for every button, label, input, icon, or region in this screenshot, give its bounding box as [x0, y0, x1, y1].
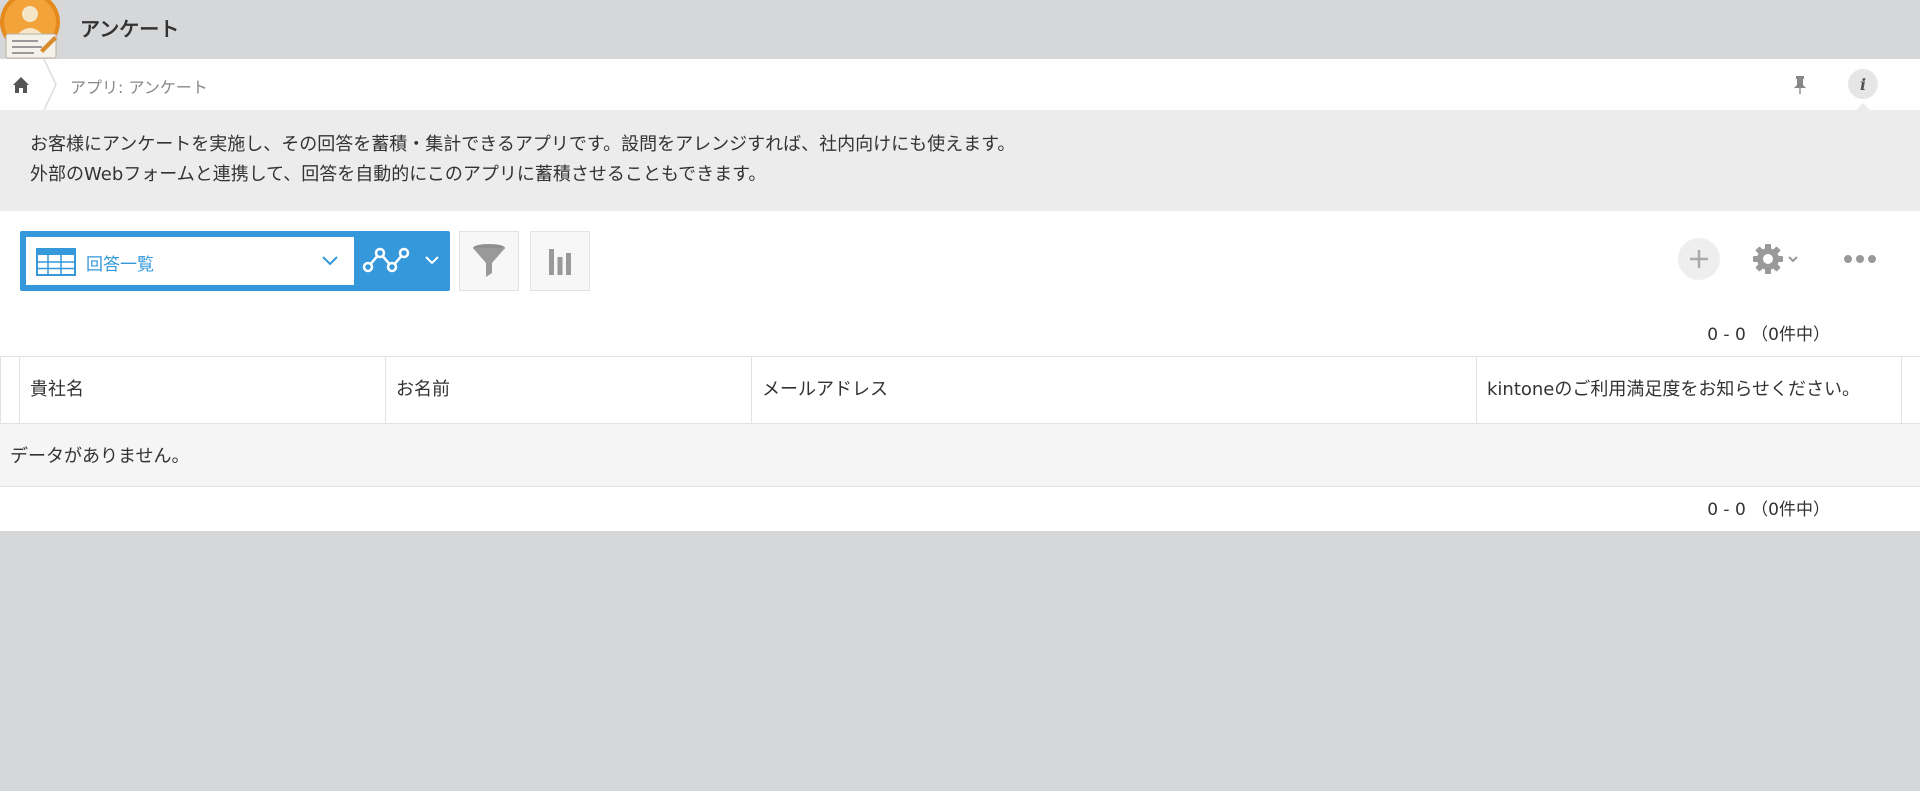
- info-button[interactable]: i: [1848, 69, 1878, 99]
- info-icon: i: [1859, 74, 1867, 94]
- plus-icon: [1690, 250, 1708, 268]
- column-header[interactable]: 貴社名: [19, 357, 386, 424]
- graph-icon: [362, 247, 439, 273]
- pagination-bottom: 0 - 0 （0件中）: [1707, 500, 1830, 520]
- app-header: アンケート: [0, 0, 1920, 59]
- more-icon: [1844, 255, 1876, 263]
- gear-icon: [1753, 244, 1798, 274]
- view-select[interactable]: 回答一覧: [26, 237, 354, 285]
- empty-message: データがありません。: [10, 446, 190, 467]
- description-line-1: お客様にアンケートを実施し、その回答を蓄積・集計できるアプリです。設問をアレンジ…: [30, 134, 1016, 155]
- table-header-spacer: [1901, 357, 1920, 424]
- column-header[interactable]: お名前: [385, 357, 752, 424]
- app-description: お客様にアンケートを実施し、その回答を蓄積・集計できるアプリです。設問をアレンジ…: [0, 110, 1920, 211]
- home-button[interactable]: [0, 59, 42, 110]
- home-icon: [13, 76, 29, 93]
- chevron-down-icon: [322, 256, 338, 266]
- breadcrumb: アプリ: アンケート i: [0, 59, 1920, 110]
- table-header: 貴社名 お名前 メールアドレス kintoneのご利用満足度をお知らせください。: [0, 356, 1920, 424]
- table-view-icon: [36, 248, 76, 276]
- breadcrumb-current[interactable]: アプリ: アンケート: [70, 74, 208, 98]
- graph-select-button[interactable]: [360, 237, 446, 285]
- description-line-2: 外部のWebフォームと連携して、回答を自動的にこのアプリに蓄積させることもできま…: [30, 164, 767, 185]
- add-record-button[interactable]: [1678, 238, 1720, 280]
- app-icon: [0, 0, 62, 59]
- record-list-panel: 回答一覧 0 - 0 （0件中） 貴社名 お名前 メールアドレス kintone…: [0, 211, 1920, 531]
- app-title: アンケート: [80, 17, 180, 41]
- record-table: 貴社名 お名前 メールアドレス kintoneのご利用満足度をお知らせください。…: [0, 356, 1920, 487]
- pin-button[interactable]: [1786, 71, 1814, 99]
- table-body: データがありません。: [0, 424, 1920, 487]
- view-select-label: 回答一覧: [86, 255, 154, 275]
- column-header[interactable]: kintoneのご利用満足度をお知らせください。: [1476, 357, 1902, 424]
- info-caret: [1856, 103, 1870, 110]
- bar-chart-icon: [549, 249, 571, 275]
- graph-button[interactable]: [530, 231, 590, 291]
- pin-icon: [1794, 76, 1806, 94]
- view-switcher: 回答一覧: [20, 231, 450, 291]
- filter-button[interactable]: [459, 231, 519, 291]
- pagination-top: 0 - 0 （0件中）: [1707, 325, 1830, 345]
- breadcrumb-separator-icon: [43, 59, 57, 110]
- table-header-spacer: [0, 357, 20, 424]
- more-options-button[interactable]: [1838, 238, 1882, 280]
- filter-icon: [473, 244, 505, 277]
- app-settings-button[interactable]: [1748, 238, 1808, 280]
- column-header[interactable]: メールアドレス: [751, 357, 1477, 424]
